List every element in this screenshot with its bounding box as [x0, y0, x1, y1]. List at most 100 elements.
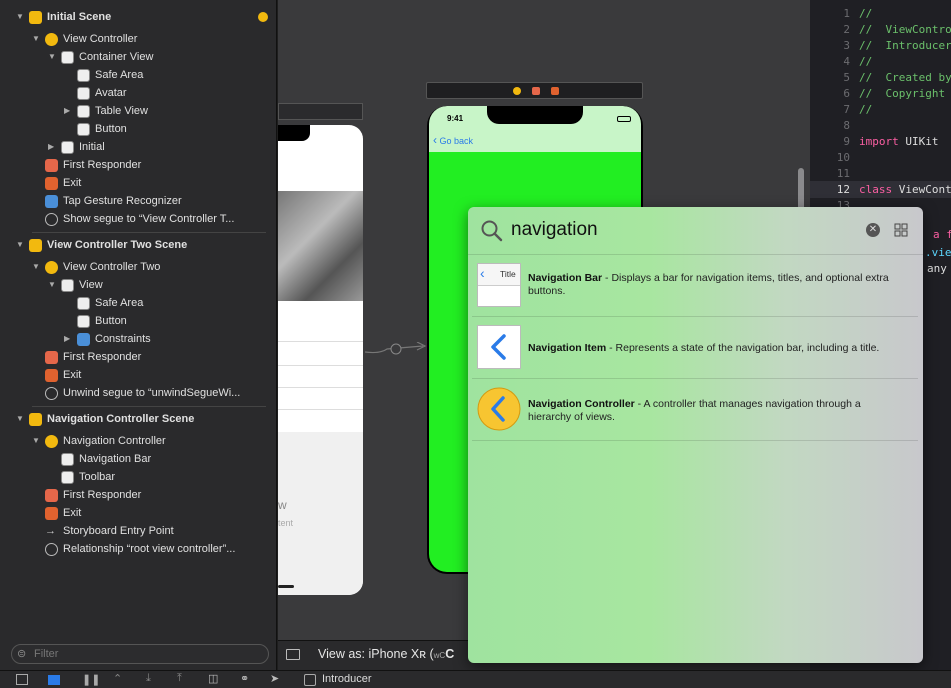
code-line[interactable]: // — [859, 55, 872, 68]
code-line[interactable]: import UIKit — [859, 135, 939, 148]
go-back-button[interactable]: ‹ Go back — [433, 133, 473, 147]
line-number: 1 — [843, 7, 850, 20]
pause-icon[interactable]: ❚❚ — [82, 673, 100, 686]
view-icon — [61, 279, 74, 292]
avatar-image — [278, 191, 363, 301]
outline-row[interactable]: Relationship “root view controller”... — [0, 540, 270, 558]
line-number: 11 — [836, 167, 850, 180]
outline-row[interactable]: Safe Area — [0, 294, 270, 312]
safe-area-icon — [77, 69, 90, 82]
code-line[interactable]: // — [859, 103, 872, 116]
disclosure-open-icon[interactable]: ▼ — [16, 8, 26, 26]
view-controller-phone[interactable]: w tent — [278, 125, 363, 595]
scene-header-bar[interactable] — [278, 103, 363, 120]
disclosure-open-icon[interactable]: ▼ — [48, 276, 58, 294]
outline-row[interactable]: → Storyboard Entry Point — [0, 522, 270, 540]
outline-row[interactable]: ▶ Constraints — [0, 330, 270, 348]
outline-row-label: Unwind segue to “unwindSegueWi... — [63, 387, 241, 399]
library-item-navigation-bar[interactable]: ‹ Title Navigation Bar - Displays a bar … — [472, 255, 918, 317]
code-fragment[interactable]: any — [927, 262, 947, 275]
outline-row[interactable]: Exit — [0, 366, 270, 384]
library-item-navigation-controller[interactable]: Navigation Controller - A controller tha… — [472, 379, 918, 441]
navigation-controller-thumb-icon — [477, 387, 521, 431]
outline-row[interactable]: First Responder — [0, 486, 270, 504]
code-line[interactable]: // ViewControl — [859, 23, 951, 36]
outline-row[interactable]: Exit — [0, 174, 270, 192]
view-as-device[interactable]: View as: iPhone Xʀ (wCC — [318, 647, 454, 661]
exit-dot-icon[interactable] — [551, 87, 559, 95]
outline-row[interactable]: ▶ Table View — [0, 102, 270, 120]
table-separator — [278, 409, 363, 410]
outline-row[interactable]: Avatar — [0, 84, 270, 102]
view-controller-dot-icon[interactable] — [513, 87, 521, 95]
outline-row[interactable]: ▶ Initial — [0, 138, 270, 156]
disclosure-open-icon[interactable]: ▼ — [32, 432, 42, 450]
outline-row[interactable]: Tap Gesture Recognizer — [0, 192, 270, 210]
outline-row[interactable]: Exit — [0, 504, 270, 522]
disclosure-open-icon[interactable]: ▼ — [16, 410, 26, 428]
outline-row[interactable]: Unwind segue to “unwindSegueWi... — [0, 384, 270, 402]
object-library-popup[interactable]: navigation ✕ ‹ Title Navigation Bar - Di… — [468, 207, 923, 663]
clear-search-icon[interactable]: ✕ — [866, 223, 880, 237]
code-line[interactable]: // Introducer — [859, 39, 951, 52]
disclosure-open-icon[interactable]: ▼ — [48, 48, 58, 66]
navigation-item-icon — [61, 141, 74, 154]
warning-badge-icon[interactable] — [258, 12, 268, 22]
outline-row[interactable]: ▼ View Controller — [0, 30, 270, 48]
disclosure-closed-icon[interactable]: ▶ — [64, 102, 74, 120]
code-line[interactable]: // Created by — [859, 71, 951, 84]
outline-row[interactable]: Toolbar — [0, 468, 270, 486]
outline-row[interactable]: Show segue to “View Controller T... — [0, 210, 270, 228]
first-responder-icon — [45, 489, 58, 502]
location-icon[interactable]: ➤ — [270, 672, 279, 685]
disclosure-open-icon[interactable]: ▼ — [16, 236, 26, 254]
line-number: 5 — [843, 71, 850, 84]
outline-row-label: Show segue to “View Controller T... — [63, 213, 235, 225]
outline-row-label: Exit — [63, 369, 82, 381]
disclosure-closed-icon[interactable]: ▶ — [48, 138, 58, 156]
hide-debug-icon[interactable] — [16, 674, 28, 685]
grid-view-icon[interactable] — [894, 223, 908, 237]
disclosure-closed-icon[interactable]: ▶ — [64, 330, 74, 348]
outline-row[interactable]: Navigation Bar — [0, 450, 270, 468]
code-fragment[interactable]: a fun — [933, 228, 951, 241]
go-back-label: Go back — [439, 136, 474, 146]
outline-row[interactable]: Button — [0, 312, 270, 330]
filter-field[interactable]: ⊜ Filter — [11, 644, 269, 664]
outline-row[interactable]: ▼ Container View — [0, 48, 270, 66]
memory-graph-icon[interactable]: ⚭ — [240, 672, 249, 685]
line-number: 2 — [843, 23, 850, 36]
outline-row[interactable]: First Responder — [0, 156, 270, 174]
code-fragment[interactable]: .view — [925, 246, 951, 259]
library-search-input[interactable]: navigation — [511, 219, 598, 241]
outline-row[interactable]: ▼ View Controller Two Scene — [0, 236, 270, 254]
view-hierarchy-icon[interactable]: ◫ — [208, 672, 218, 685]
step-over-icon[interactable]: ⌃ — [113, 672, 122, 685]
disclosure-open-icon[interactable]: ▼ — [32, 30, 42, 48]
segue-arrow[interactable] — [364, 341, 427, 356]
outline-toggle-icon[interactable] — [286, 649, 300, 660]
breakpoints-icon[interactable] — [48, 675, 60, 685]
step-in-icon[interactable]: ⤓ — [146, 672, 151, 685]
code-line[interactable]: // Copyright — [859, 87, 945, 100]
library-item-navigation-item[interactable]: Navigation Item - Represents a state of … — [472, 317, 918, 379]
outline-row[interactable]: Button — [0, 120, 270, 138]
outline-row[interactable]: First Responder — [0, 348, 270, 366]
outline-row-label: Safe Area — [95, 297, 144, 309]
outline-row[interactable]: ▼ Navigation Controller Scene — [0, 410, 270, 428]
step-out-icon[interactable]: ⤒ — [177, 672, 182, 685]
outline-row[interactable]: ▼ Initial Scene — [0, 8, 270, 26]
code-line[interactable]: // — [859, 7, 872, 20]
outline-row[interactable]: Safe Area — [0, 66, 270, 84]
disclosure-open-icon[interactable]: ▼ — [32, 258, 42, 276]
first-responder-dot-icon[interactable] — [532, 87, 540, 95]
outline-row[interactable]: ▼ View — [0, 276, 270, 294]
outline-row[interactable]: ▼ Navigation Controller — [0, 432, 270, 450]
outline-row[interactable]: ▼ View Controller Two — [0, 258, 270, 276]
first-responder-icon — [45, 351, 58, 364]
code-line[interactable]: class ViewCont — [859, 183, 951, 196]
target-name[interactable]: Introducer — [322, 673, 372, 685]
outline-row-label: View Controller Two — [63, 261, 161, 273]
safe-area-icon — [77, 297, 90, 310]
scene-header-bar[interactable] — [426, 82, 643, 99]
